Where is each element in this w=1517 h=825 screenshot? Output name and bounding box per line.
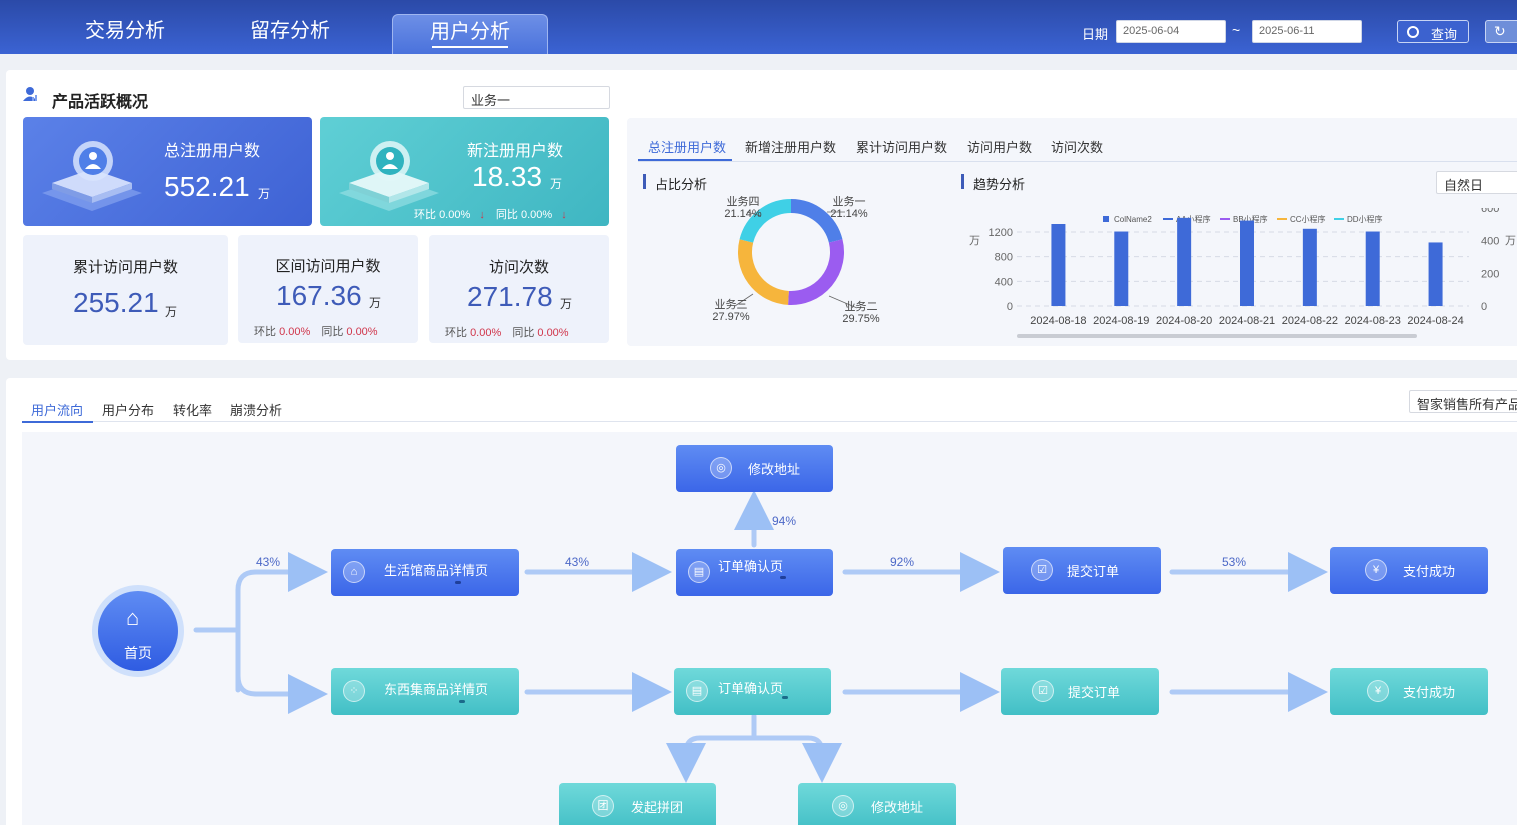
clipboard-check-icon: ☑ xyxy=(1032,680,1054,702)
document-icon: ▤ xyxy=(688,561,710,583)
node-order-confirm-teal[interactable]: ▤ 订单确认页 xyxy=(674,668,831,715)
node-marker xyxy=(455,581,461,584)
node-label: 发起拼团 xyxy=(631,800,684,815)
node-modify-address-bottom[interactable]: ◎ 修改地址 xyxy=(798,783,956,825)
percent-order-to-address: 94% xyxy=(772,514,797,528)
grid-icon: ⁘ xyxy=(343,680,365,702)
location-pin-icon: ◎ xyxy=(710,457,732,479)
node-submit-order-blue[interactable]: ☑ 提交订单 xyxy=(1003,547,1161,594)
node-label: 修改地址 xyxy=(748,462,801,477)
home-icon: ⌂ xyxy=(126,605,140,630)
location-pin-icon: ◎ xyxy=(832,795,854,817)
node-label: 提交订单 xyxy=(1067,564,1120,579)
node-pay-success-teal[interactable]: ¥ 支付成功 xyxy=(1330,668,1488,715)
document-icon: ▤ xyxy=(686,680,708,702)
payment-icon: ¥ xyxy=(1365,559,1387,581)
node-label: 生活馆商品详情页 xyxy=(384,563,489,578)
percent-home-to-life: 43% xyxy=(256,555,281,569)
payment-icon: ¥ xyxy=(1367,680,1389,702)
percent-submit-to-pay: 53% xyxy=(1222,555,1247,569)
group-icon: 团 xyxy=(592,795,614,817)
home-node[interactable]: ⌂ 首页 xyxy=(92,585,184,677)
percent-life-to-order: 43% xyxy=(565,555,590,569)
node-order-confirm-blue[interactable]: ▤ 订单确认页 xyxy=(676,549,833,596)
node-life-detail[interactable]: ⌂ 生活馆商品详情页 xyxy=(331,549,519,596)
node-modify-address-top[interactable]: ◎ 修改地址 xyxy=(676,445,833,492)
home-label: 首页 xyxy=(124,645,152,661)
node-label: 支付成功 xyxy=(1403,564,1456,579)
node-marker xyxy=(782,696,788,699)
store-icon: ⌂ xyxy=(343,561,365,583)
node-label: 订单确认页 xyxy=(718,681,784,696)
percent-order-to-submit: 92% xyxy=(890,555,915,569)
node-label: 东西集商品详情页 xyxy=(384,682,489,697)
node-label: 支付成功 xyxy=(1403,685,1456,700)
node-marker xyxy=(459,700,465,703)
node-submit-order-teal[interactable]: ☑ 提交订单 xyxy=(1001,668,1159,715)
node-label: 修改地址 xyxy=(871,800,924,815)
node-dongxi-detail[interactable]: ⁘ 东西集商品详情页 xyxy=(331,668,519,715)
node-label: 订单确认页 xyxy=(718,559,784,574)
node-marker xyxy=(780,576,786,579)
node-label: 提交订单 xyxy=(1068,685,1121,700)
node-pay-success-blue[interactable]: ¥ 支付成功 xyxy=(1330,547,1488,594)
clipboard-check-icon: ☑ xyxy=(1031,559,1053,581)
node-group-buy[interactable]: 团 发起拼团 xyxy=(559,783,716,825)
